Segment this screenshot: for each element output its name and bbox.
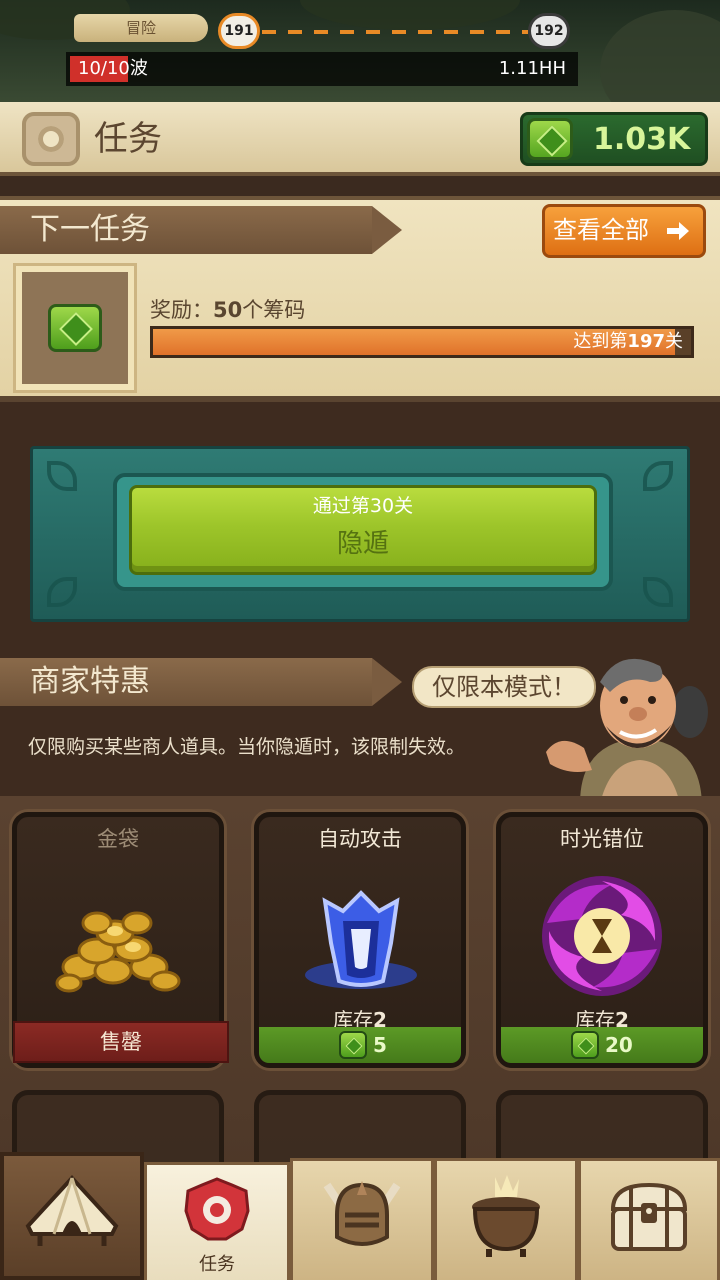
leaf-ornament-icon (643, 461, 673, 491)
price-button[interactable]: 20 (501, 1027, 703, 1063)
enemy-hp: 1.11HH (498, 58, 566, 79)
item-name: 自动攻击 (318, 827, 402, 851)
item-name: 金袋 (97, 827, 139, 851)
nav-tab-heroes[interactable] (290, 1158, 434, 1280)
prestige-button[interactable]: 通过第30关 隐遁 (129, 485, 597, 575)
prestige-requirement: 通过第30关 (312, 495, 414, 517)
view-all-button[interactable]: 查看全部 (542, 204, 706, 258)
next-quest-panel: 下一任务 查看全部 奖励：50个筹码 达到第197关 (0, 196, 720, 402)
item-price: 20 (605, 1033, 633, 1057)
next-level-node: 192 (528, 13, 570, 49)
item-name: 时光错位 (560, 827, 644, 851)
gem-count: 1.03K (593, 122, 691, 157)
gem-icon (48, 304, 102, 352)
nav-tab-quests[interactable]: 任务 (144, 1162, 290, 1280)
sold-out-banner: 售罄 (13, 1021, 229, 1063)
time-warp-icon (542, 876, 662, 996)
foliage-decoration (300, 0, 520, 30)
arrow-right-icon (667, 222, 689, 240)
wave-counter: 10/10波 (78, 58, 148, 79)
prestige-button-frame: 通过第30关 隐遁 (113, 473, 613, 591)
nav-tab-chest[interactable] (578, 1158, 720, 1280)
page-title: 任务 (94, 119, 162, 159)
reward-suffix: 个筹码 (242, 298, 306, 322)
price-button[interactable]: 5 (259, 1027, 461, 1063)
cauldron-icon (472, 1175, 540, 1257)
goal-suffix: 关 (665, 331, 683, 352)
nav-tab-home[interactable] (0, 1152, 144, 1280)
reward-amount: 50 (213, 298, 243, 322)
leaf-ornament-icon (47, 461, 77, 491)
gem-icon (339, 1031, 367, 1059)
shop-item-time-warp[interactable]: 时光错位 库存2 20 (496, 812, 708, 1068)
gem-icon (571, 1031, 599, 1059)
shop-item-auto-attack[interactable]: 自动攻击 库存2 5 (254, 812, 466, 1068)
reward-prefix: 奖励： (150, 298, 213, 322)
item-price: 5 (373, 1033, 387, 1057)
prestige-label: 隐遁 (336, 529, 389, 559)
quest-emblem-icon (22, 112, 80, 166)
tent-icon (25, 1175, 119, 1246)
shop-item-gold-bag[interactable]: 金袋 售罄 (12, 812, 229, 1068)
quest-reward-slot (16, 266, 134, 390)
quest-goal-label: 达到第197关 (573, 329, 683, 355)
level-progress-dashes (262, 30, 528, 34)
bottom-nav: 任务 (0, 1152, 720, 1280)
reward-text: 奖励：50个筹码 (150, 296, 305, 324)
deals-description: 仅限购买某些商人道具。当你隐遁时，该限制失效。 (28, 736, 466, 758)
auto-attack-icon (305, 890, 417, 989)
section-title-next-quest: 下一任务 (0, 206, 402, 254)
leaf-ornament-icon (47, 577, 77, 607)
nav-tab-label: 任务 (199, 1254, 235, 1275)
current-level-node: 191 (218, 13, 260, 49)
quest-seal-icon (184, 1177, 250, 1241)
view-all-label: 查看全部 (553, 216, 649, 244)
treasure-chest-icon (610, 1182, 688, 1251)
nav-tab-alchemy[interactable] (434, 1158, 578, 1280)
gem-icon (527, 118, 573, 160)
page-header: 任务 1.03K (0, 102, 720, 176)
helmet-icon (323, 1181, 401, 1246)
merchant-character-icon (546, 658, 708, 804)
top-hud: 冒险 191 192 10/10波 1.11HH (0, 0, 720, 102)
quest-progress-bar: 达到第197关 (150, 326, 694, 358)
tree-stump-decoration (600, 10, 720, 102)
section-title-merchant-deals: 商家特惠 (0, 658, 402, 706)
leaf-ornament-icon (643, 577, 673, 607)
gold-coins-icon (55, 911, 181, 993)
wave-bar: 10/10波 1.11HH (66, 52, 578, 86)
goal-prefix: 达到第 (573, 331, 628, 352)
prestige-panel: 通过第30关 隐遁 (30, 446, 690, 622)
gem-counter[interactable]: 1.03K (520, 112, 708, 166)
mode-label: 冒险 (74, 14, 208, 42)
goal-level: 197 (627, 331, 665, 352)
